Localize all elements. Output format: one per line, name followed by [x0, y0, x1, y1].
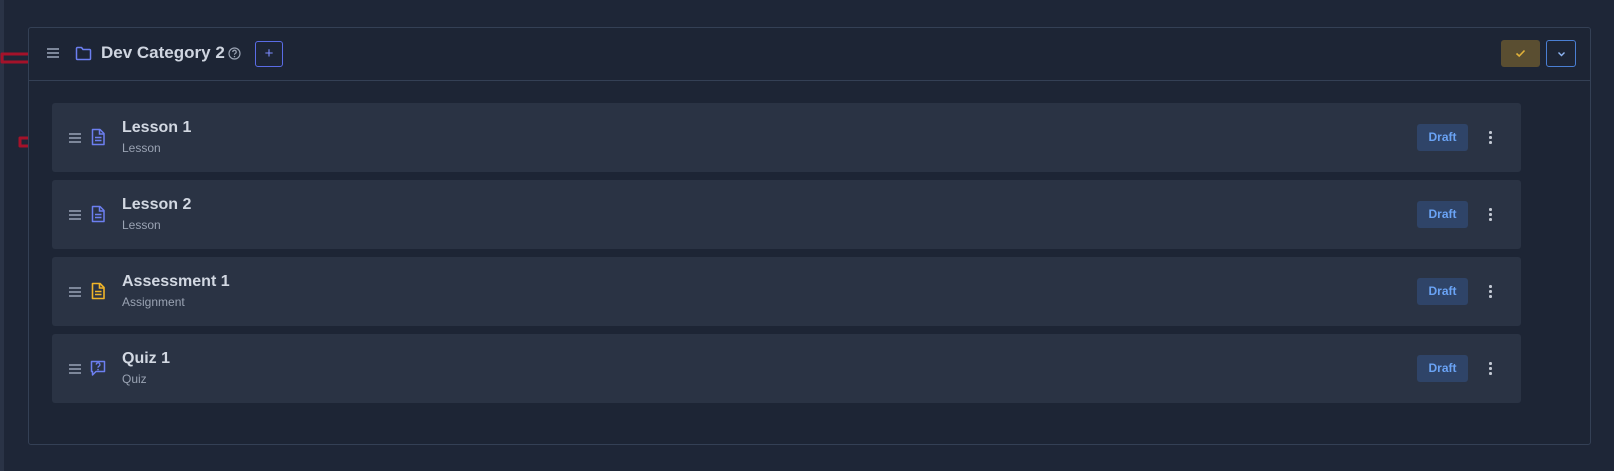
- folder-icon: [75, 46, 92, 61]
- item-type: Lesson: [122, 218, 161, 232]
- status-badge: Draft: [1417, 201, 1468, 228]
- document-icon: [91, 205, 105, 223]
- add-item-button[interactable]: +: [255, 41, 283, 67]
- save-button[interactable]: [1501, 40, 1540, 67]
- status-badge: Draft: [1417, 355, 1468, 382]
- help-circle-icon[interactable]: [228, 47, 241, 60]
- item-title: Lesson 2: [122, 196, 192, 213]
- list-item[interactable]: Quiz 1 Quiz Draft: [52, 334, 1521, 403]
- item-type: Lesson: [122, 141, 161, 155]
- status-badge: Draft: [1417, 278, 1468, 305]
- item-title: Assessment 1: [122, 273, 230, 290]
- item-list: Lesson 1 Lesson Draft Lesson 2 Lesson Dr…: [52, 103, 1521, 411]
- item-type: Quiz: [122, 372, 147, 386]
- category-title: Dev Category 2: [101, 43, 225, 62]
- drag-handle-icon[interactable]: [69, 210, 81, 220]
- document-icon: [91, 128, 105, 146]
- item-type: Assignment: [122, 295, 185, 309]
- category-card: Dev Category 2 + Lesson 1 Lesson Draft L…: [28, 27, 1591, 445]
- drag-handle-icon[interactable]: [69, 364, 81, 374]
- quiz-icon: [90, 360, 106, 376]
- drag-handle-icon[interactable]: [47, 48, 59, 58]
- more-options-button[interactable]: [1482, 202, 1498, 226]
- chevron-down-icon: [1558, 52, 1565, 57]
- collapse-button[interactable]: [1546, 40, 1576, 67]
- more-options-button[interactable]: [1482, 125, 1498, 149]
- list-item[interactable]: Lesson 2 Lesson Draft: [52, 180, 1521, 249]
- item-title: Lesson 1: [122, 119, 192, 136]
- item-title: Quiz 1: [122, 350, 171, 367]
- more-options-button[interactable]: [1482, 356, 1498, 380]
- drag-handle-icon[interactable]: [69, 133, 81, 143]
- category-header: Dev Category 2 +: [29, 28, 1590, 81]
- check-icon: [1515, 49, 1526, 58]
- status-badge: Draft: [1417, 124, 1468, 151]
- drag-handle-icon[interactable]: [69, 287, 81, 297]
- list-item[interactable]: Lesson 1 Lesson Draft: [52, 103, 1521, 172]
- list-item[interactable]: Assessment 1 Assignment Draft: [52, 257, 1521, 326]
- assignment-icon: [91, 282, 105, 300]
- more-options-button[interactable]: [1482, 279, 1498, 303]
- page: Dev Category 2 + Lesson 1 Lesson Draft L…: [0, 0, 1614, 471]
